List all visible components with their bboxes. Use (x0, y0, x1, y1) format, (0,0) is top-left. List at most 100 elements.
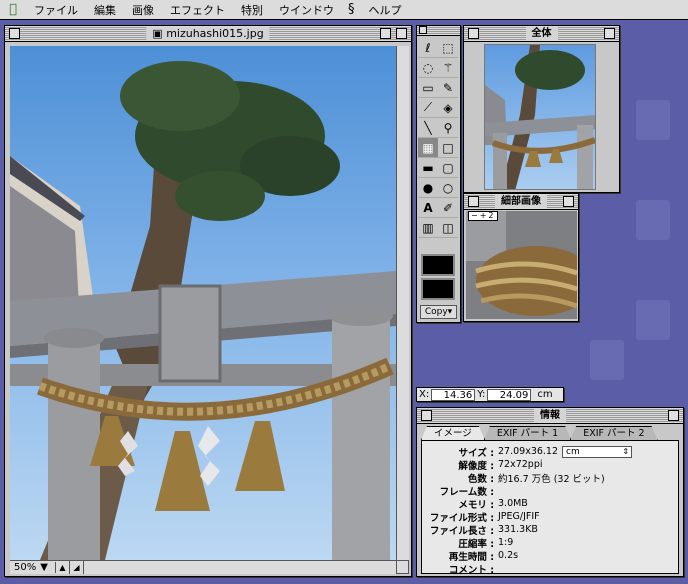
info-titlebar[interactable]: 情報 (417, 408, 683, 424)
popup-arrow-icon: ▼ (40, 562, 48, 573)
document-title: ▣ mizuhashi015.jpg (146, 27, 270, 40)
copy-mode-popup[interactable]: Copy▾ (420, 305, 457, 319)
airbrush-icon[interactable]: ✐ (438, 198, 458, 218)
background-color-swatch[interactable] (421, 278, 455, 300)
script-menu-icon[interactable]: § (342, 2, 361, 17)
ellipse-select-icon[interactable]: ◌ (418, 58, 438, 78)
info-row: コメント : (448, 564, 494, 576)
info-row: 色数 : 約16.7 万色 (32 ビット) (467, 473, 605, 485)
info-window: 情報 イメージ EXIF パート 1 EXIF パート 2 サイズ : 27.0… (416, 407, 684, 577)
info-row: フレーム数 : (439, 486, 494, 498)
filled-ellipse-icon[interactable]: ● (418, 178, 438, 198)
stepper-arrows-icon: ⇕ (622, 446, 630, 456)
navigator-title: 全体 (525, 27, 558, 40)
info-row: 再生時間 : 0.2s (448, 550, 519, 563)
collapse-box[interactable] (563, 196, 574, 207)
close-box[interactable] (468, 28, 479, 39)
desktop-pattern (636, 100, 670, 140)
photo-canvas[interactable] (10, 46, 396, 560)
loupe-titlebar[interactable]: 細部画像 (464, 194, 578, 210)
eyedropper-icon[interactable]: ⟋ (418, 98, 438, 118)
coordinate-unit: cm (537, 389, 553, 400)
roundrect-icon[interactable]: ▢ (438, 158, 458, 178)
tab-exif-part1[interactable]: EXIF パート 1 (484, 426, 571, 440)
loupe-title: 細部画像 (495, 195, 547, 208)
tool-palette-titlebar[interactable] (417, 26, 460, 36)
menu-file[interactable]: ファイル (26, 2, 86, 18)
minus-icon: − (471, 211, 478, 220)
close-box[interactable] (468, 196, 479, 207)
document-titlebar[interactable]: ▣ mizuhashi015.jpg (5, 26, 411, 42)
magic-wand-icon[interactable]: ⚚ (438, 58, 458, 78)
filled-roundrect-icon[interactable]: ▬ (418, 158, 438, 178)
filled-rect-icon[interactable]: ▦ (418, 138, 438, 158)
rect-select-icon[interactable]: ⬚ (438, 38, 458, 58)
lasso-icon[interactable]: ℓ (418, 38, 438, 58)
desktop-pattern (590, 340, 624, 380)
plus-icon: + (479, 211, 487, 220)
info-title: 情報 (534, 409, 566, 422)
collapse-box[interactable] (668, 410, 679, 421)
close-box[interactable] (421, 410, 432, 421)
navigator-window: 全体 (463, 25, 620, 193)
pencil-icon[interactable]: ✎ (438, 78, 458, 98)
menu-edit[interactable]: 編集 (86, 2, 124, 18)
tab-image[interactable]: イメージ (421, 426, 485, 440)
unit-select[interactable]: cm ⇕ (562, 445, 633, 458)
document-status-bar: 50% ▼ ▲ ◢ (10, 560, 396, 574)
eraser-icon[interactable]: ▭ (418, 78, 438, 98)
paint-bucket-icon[interactable]: ◈ (438, 98, 458, 118)
info-tabs: イメージ EXIF パート 1 EXIF パート 2 (421, 426, 657, 440)
menu-special[interactable]: 特別 (233, 2, 271, 18)
info-row: ファイル形式 : JPEG/JFIF (429, 511, 540, 524)
info-panel: サイズ : 27.09x36.12 cm ⇕ 解像度 : 72x72ppi 色数… (421, 440, 679, 576)
vertical-scrollbar[interactable] (396, 46, 409, 560)
popup-arrow-icon: ▾ (447, 307, 453, 317)
navigator-titlebar[interactable]: 全体 (464, 26, 619, 42)
info-row: ファイル長さ : 331.3KB (429, 524, 538, 537)
x-coordinate: 14.36 (431, 388, 476, 401)
torii-photo (10, 61, 396, 560)
coordinates-bar: X: 14.36 Y: 24.09 cm (416, 387, 564, 402)
loupe-zoom-badge[interactable]: − + 2 (468, 211, 498, 221)
zoom-box[interactable] (380, 28, 391, 39)
tool-palette: ℓ ⬚ ◌ ⚚ ▭ ✎ ⟋ ◈ ╲ ⚲ ▦ □ ▬ ▢ ● ○ A ✐ ▥ ◫ … (416, 25, 461, 323)
transform-icon[interactable]: ◫ (438, 218, 458, 238)
tool-grid: ℓ ⬚ ◌ ⚚ ▭ ✎ ⟋ ◈ ╲ ⚲ ▦ □ ▬ ▢ ● ○ A ✐ ▥ ◫ (417, 36, 460, 240)
line-icon[interactable]: ╲ (418, 118, 438, 138)
loupe-window: 細部画像 − + 2 (463, 193, 579, 322)
menu-image[interactable]: 画像 (124, 2, 162, 18)
foreground-color-swatch[interactable] (421, 254, 455, 276)
magnifier-icon[interactable]: ⚲ (438, 118, 458, 138)
desktop-pattern (636, 200, 670, 240)
clone-icon[interactable]: ▥ (418, 218, 438, 238)
menu-help[interactable]: ヘルプ (361, 2, 410, 18)
info-row: サイズ : 27.09x36.12 cm ⇕ (422, 445, 678, 459)
grow-box[interactable] (396, 560, 409, 574)
info-row: 解像度 : 72x72ppi (458, 459, 543, 472)
loupe-view[interactable]: − + 2 (466, 211, 577, 319)
tab-exif-part2[interactable]: EXIF パート 2 (570, 426, 657, 440)
collapse-box[interactable] (396, 28, 407, 39)
x-label: X: (419, 389, 430, 400)
zoom-popup[interactable]: 50% ▼ (10, 562, 56, 573)
fit-window-icon[interactable]: ◢ (70, 561, 84, 574)
info-row: メモリ : 3.0MB (458, 498, 528, 511)
loupe-magnified-image (466, 211, 577, 319)
navigator-thumbnail[interactable] (484, 44, 596, 190)
y-label: Y: (477, 389, 486, 400)
navigator-thumbnail-image (485, 45, 595, 189)
y-coordinate: 24.09 (487, 388, 532, 401)
info-row: 圧縮率 : 1:9 (458, 537, 514, 550)
rect-icon[interactable]: □ (438, 138, 458, 158)
menu-effect[interactable]: エフェクト (162, 2, 233, 18)
collapse-box[interactable] (604, 28, 615, 39)
apple-menu-icon[interactable]:  (0, 2, 26, 17)
jpeg-file-icon: ▣ (152, 27, 167, 40)
menu-window[interactable]: ウインドウ (271, 2, 342, 18)
text-icon[interactable]: A (418, 198, 438, 218)
zoom-in-icon[interactable]: ▲ (56, 561, 70, 574)
ellipse-icon[interactable]: ○ (438, 178, 458, 198)
close-box[interactable] (9, 28, 20, 39)
close-box[interactable] (419, 26, 427, 34)
